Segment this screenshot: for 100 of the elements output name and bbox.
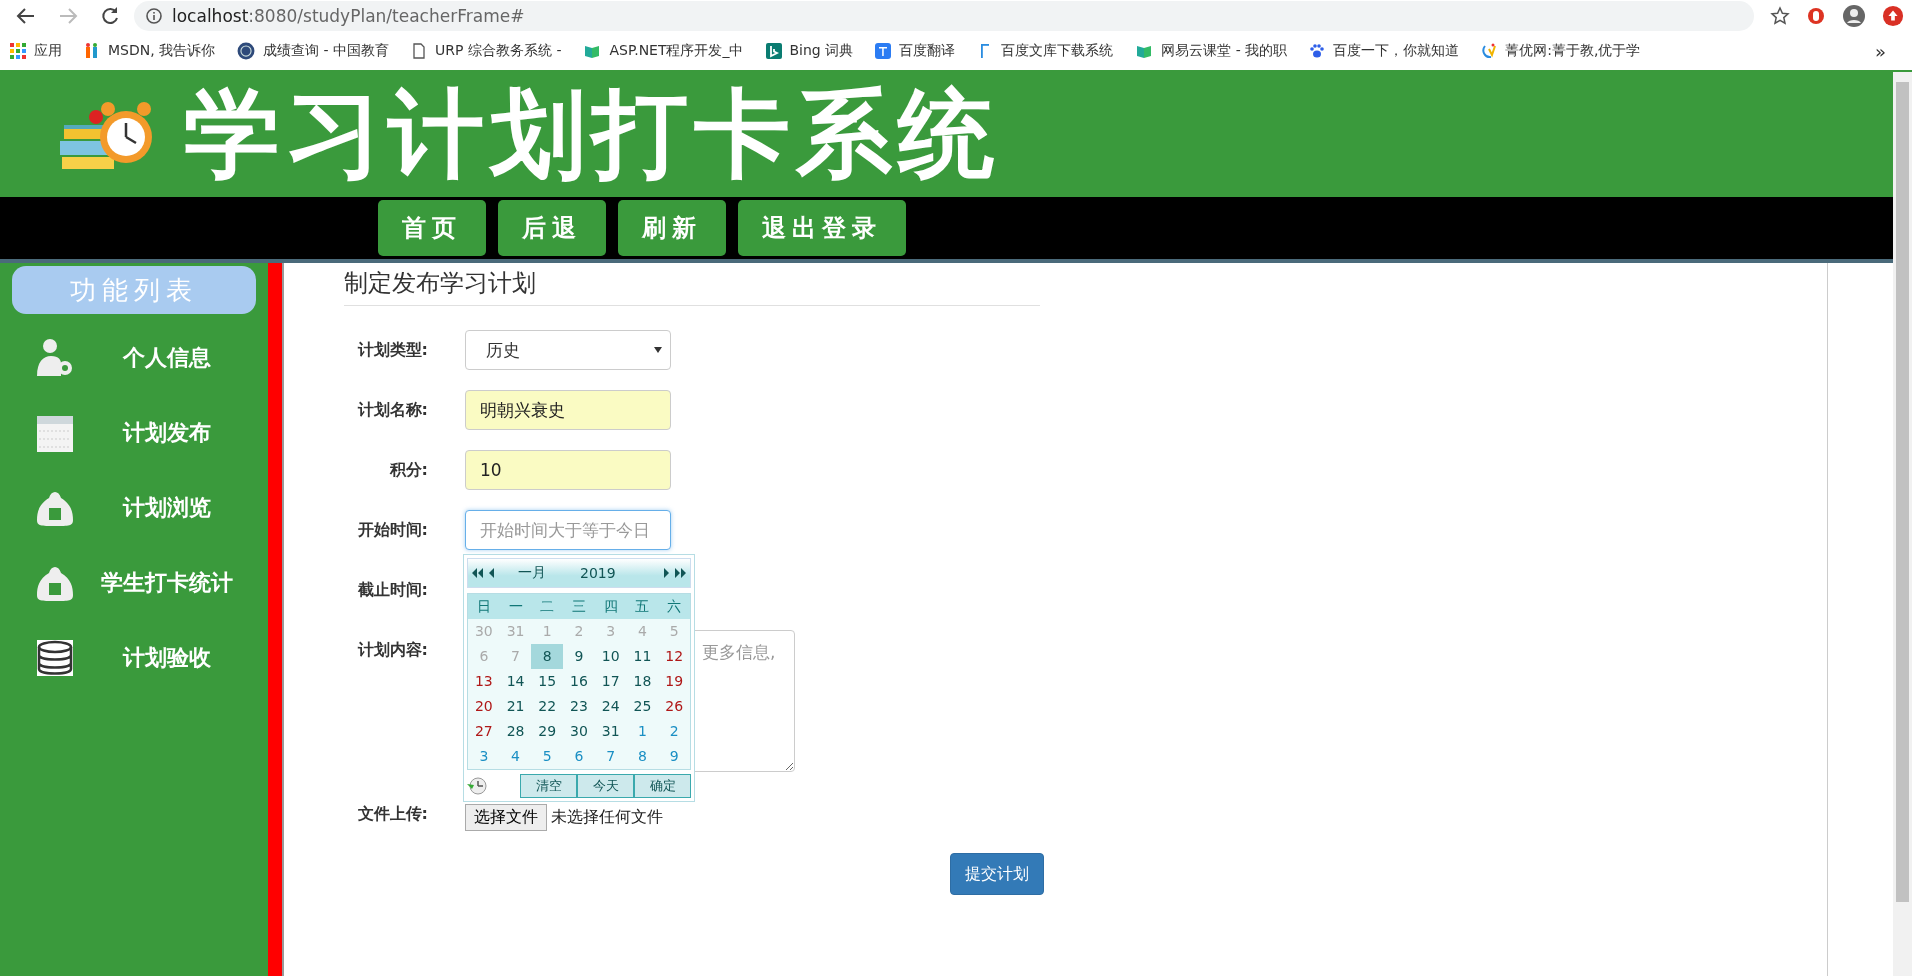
- calendar-day[interactable]: 13: [468, 669, 500, 694]
- scrollbar[interactable]: [1893, 72, 1912, 976]
- book-icon: [1135, 43, 1154, 59]
- calendar-day[interactable]: 6: [563, 744, 595, 769]
- date-field[interactable]: 开始时间大于等于今日: [465, 510, 671, 550]
- address-bar[interactable]: localhost:8080/studyPlan/teacherFrame#: [134, 1, 1754, 31]
- url-path: :8080/studyPlan/teacherFrame#: [248, 6, 525, 26]
- file-status: 未选择任何文件: [551, 807, 663, 828]
- calendar-day[interactable]: 22: [531, 694, 564, 719]
- more-bookmarks-button[interactable]: »: [1875, 40, 1902, 62]
- form-title: 制定发布学习计划: [344, 263, 1040, 306]
- choose-file-button[interactable]: 选择文件: [465, 804, 547, 831]
- bookmark-link[interactable]: 百度翻译: [875, 42, 956, 60]
- calendar-icon: [35, 413, 75, 453]
- year-label[interactable]: 2019: [580, 565, 616, 581]
- field-label: 计划名称:: [356, 399, 428, 421]
- calendar-day[interactable]: 20: [468, 694, 500, 719]
- bookmark-link[interactable]: ASP.NET程序开发_中: [583, 42, 744, 60]
- calendar-day[interactable]: 19: [658, 669, 690, 694]
- calendar-day[interactable]: 23: [563, 694, 595, 719]
- scrollbar-thumb[interactable]: [1896, 82, 1909, 902]
- sidebar-item[interactable]: 计划发布: [0, 413, 268, 453]
- field-label: 积分:: [388, 459, 428, 481]
- caret-icon: [654, 347, 662, 353]
- weekday-label: 五: [626, 594, 659, 619]
- translate-icon: [875, 43, 892, 59]
- weekday-label: 六: [658, 594, 690, 619]
- calendar-day[interactable]: 28: [499, 719, 532, 744]
- seal-icon: [237, 42, 256, 60]
- picker-button[interactable]: 今天: [577, 774, 634, 798]
- bookmark-link[interactable]: 应用: [10, 42, 62, 60]
- weekday-label: 日: [468, 594, 500, 619]
- sidebar-item[interactable]: 计划验收: [0, 638, 268, 678]
- field-label: 开始时间:: [356, 519, 428, 541]
- calendar-day[interactable]: 31: [594, 719, 627, 744]
- calendar-day[interactable]: 21: [499, 694, 532, 719]
- calendar-day[interactable]: 16: [563, 669, 595, 694]
- input-field[interactable]: 明朝兴衰史: [465, 390, 671, 430]
- nav-button[interactable]: 刷新: [618, 200, 726, 256]
- bing-icon: [765, 43, 782, 59]
- calendar-day[interactable]: 30: [563, 719, 595, 744]
- calendar-day[interactable]: 24: [594, 694, 627, 719]
- bookmark-link[interactable]: 百度一下，你就知道: [1309, 42, 1460, 60]
- calendar-day[interactable]: 14: [499, 669, 532, 694]
- field-label: 文件上传:: [356, 804, 428, 825]
- nav-button[interactable]: 首页: [378, 200, 486, 256]
- update-icon[interactable]: [1882, 5, 1904, 27]
- weekday-label: 二: [531, 594, 564, 619]
- next-year-icon[interactable]: [675, 568, 686, 578]
- picker-button[interactable]: 确定: [634, 774, 691, 798]
- back-icon[interactable]: [16, 6, 36, 26]
- field-label: 计划类型:: [356, 339, 428, 361]
- previous-year-icon[interactable]: [472, 568, 483, 578]
- submit-button[interactable]: 提交计划: [950, 853, 1044, 895]
- calendar-day[interactable]: 29: [531, 719, 564, 744]
- nav-button[interactable]: 后退: [498, 200, 606, 256]
- bookmark-link[interactable]: 菁优网:菁于教,优于学: [1481, 42, 1641, 60]
- bookmark-link[interactable]: 成绩查询 - 中国教育: [237, 42, 390, 60]
- weekday-label: 三: [563, 594, 595, 619]
- bookmark-link[interactable]: 网易云课堂 - 我的职: [1135, 42, 1288, 60]
- calendar-day[interactable]: 17: [594, 669, 627, 694]
- bookmark-link[interactable]: 百度文库下载系统: [977, 42, 1114, 60]
- field-label: 截止时间:: [356, 579, 428, 601]
- calendar-day[interactable]: 18: [626, 669, 659, 694]
- calendar-day[interactable]: 11: [626, 644, 659, 669]
- site-title: 学习计划打卡系统: [184, 79, 1001, 190]
- sidebar-item[interactable]: 计划浏览: [0, 488, 268, 528]
- input-field[interactable]: 10: [465, 450, 671, 490]
- calendar-day[interactable]: 8: [626, 744, 659, 769]
- previous-month-icon[interactable]: [489, 568, 494, 578]
- paw-icon: [1309, 43, 1326, 59]
- sidebar-item[interactable]: 学生打卡统计: [0, 563, 268, 603]
- weekday-label: 四: [594, 594, 627, 619]
- nav-button[interactable]: 退出登录: [738, 200, 906, 256]
- calendar-day[interactable]: 26: [658, 694, 690, 719]
- calendar-day[interactable]: 25: [626, 694, 659, 719]
- calendar-day[interactable]: 12: [658, 644, 690, 669]
- calendar-day[interactable]: 27: [468, 719, 500, 744]
- calendar-day[interactable]: 8: [531, 644, 564, 669]
- extension-icon[interactable]: [1806, 6, 1826, 26]
- type-dropdown[interactable]: 历史: [465, 330, 671, 370]
- month-label[interactable]: 一月: [518, 564, 546, 582]
- calendar-day[interactable]: 9: [563, 644, 595, 669]
- bookmark-link[interactable]: Bing 词典: [765, 42, 854, 60]
- sidebar-title: 功能列表: [12, 266, 256, 314]
- next-month-icon[interactable]: [664, 568, 669, 578]
- star-icon[interactable]: [1770, 6, 1790, 26]
- url-host: localhost: [172, 6, 249, 26]
- field-label: 计划内容:: [356, 639, 428, 661]
- sidebar-item[interactable]: 个人信息: [0, 338, 268, 378]
- avatar-icon[interactable]: [1842, 4, 1866, 28]
- info-icon[interactable]: [146, 8, 162, 24]
- reload-icon[interactable]: [100, 6, 120, 26]
- bookmark-link[interactable]: MSDN, 我告诉你: [84, 42, 216, 60]
- user-gear-icon: [35, 338, 75, 378]
- bookmark-link[interactable]: URP 综合教务系统 -: [411, 42, 562, 60]
- calendar-day[interactable]: 10: [594, 644, 627, 669]
- picker-button[interactable]: 清空: [520, 774, 577, 798]
- clock-icon[interactable]: [467, 776, 487, 796]
- calendar-day[interactable]: 15: [531, 669, 564, 694]
